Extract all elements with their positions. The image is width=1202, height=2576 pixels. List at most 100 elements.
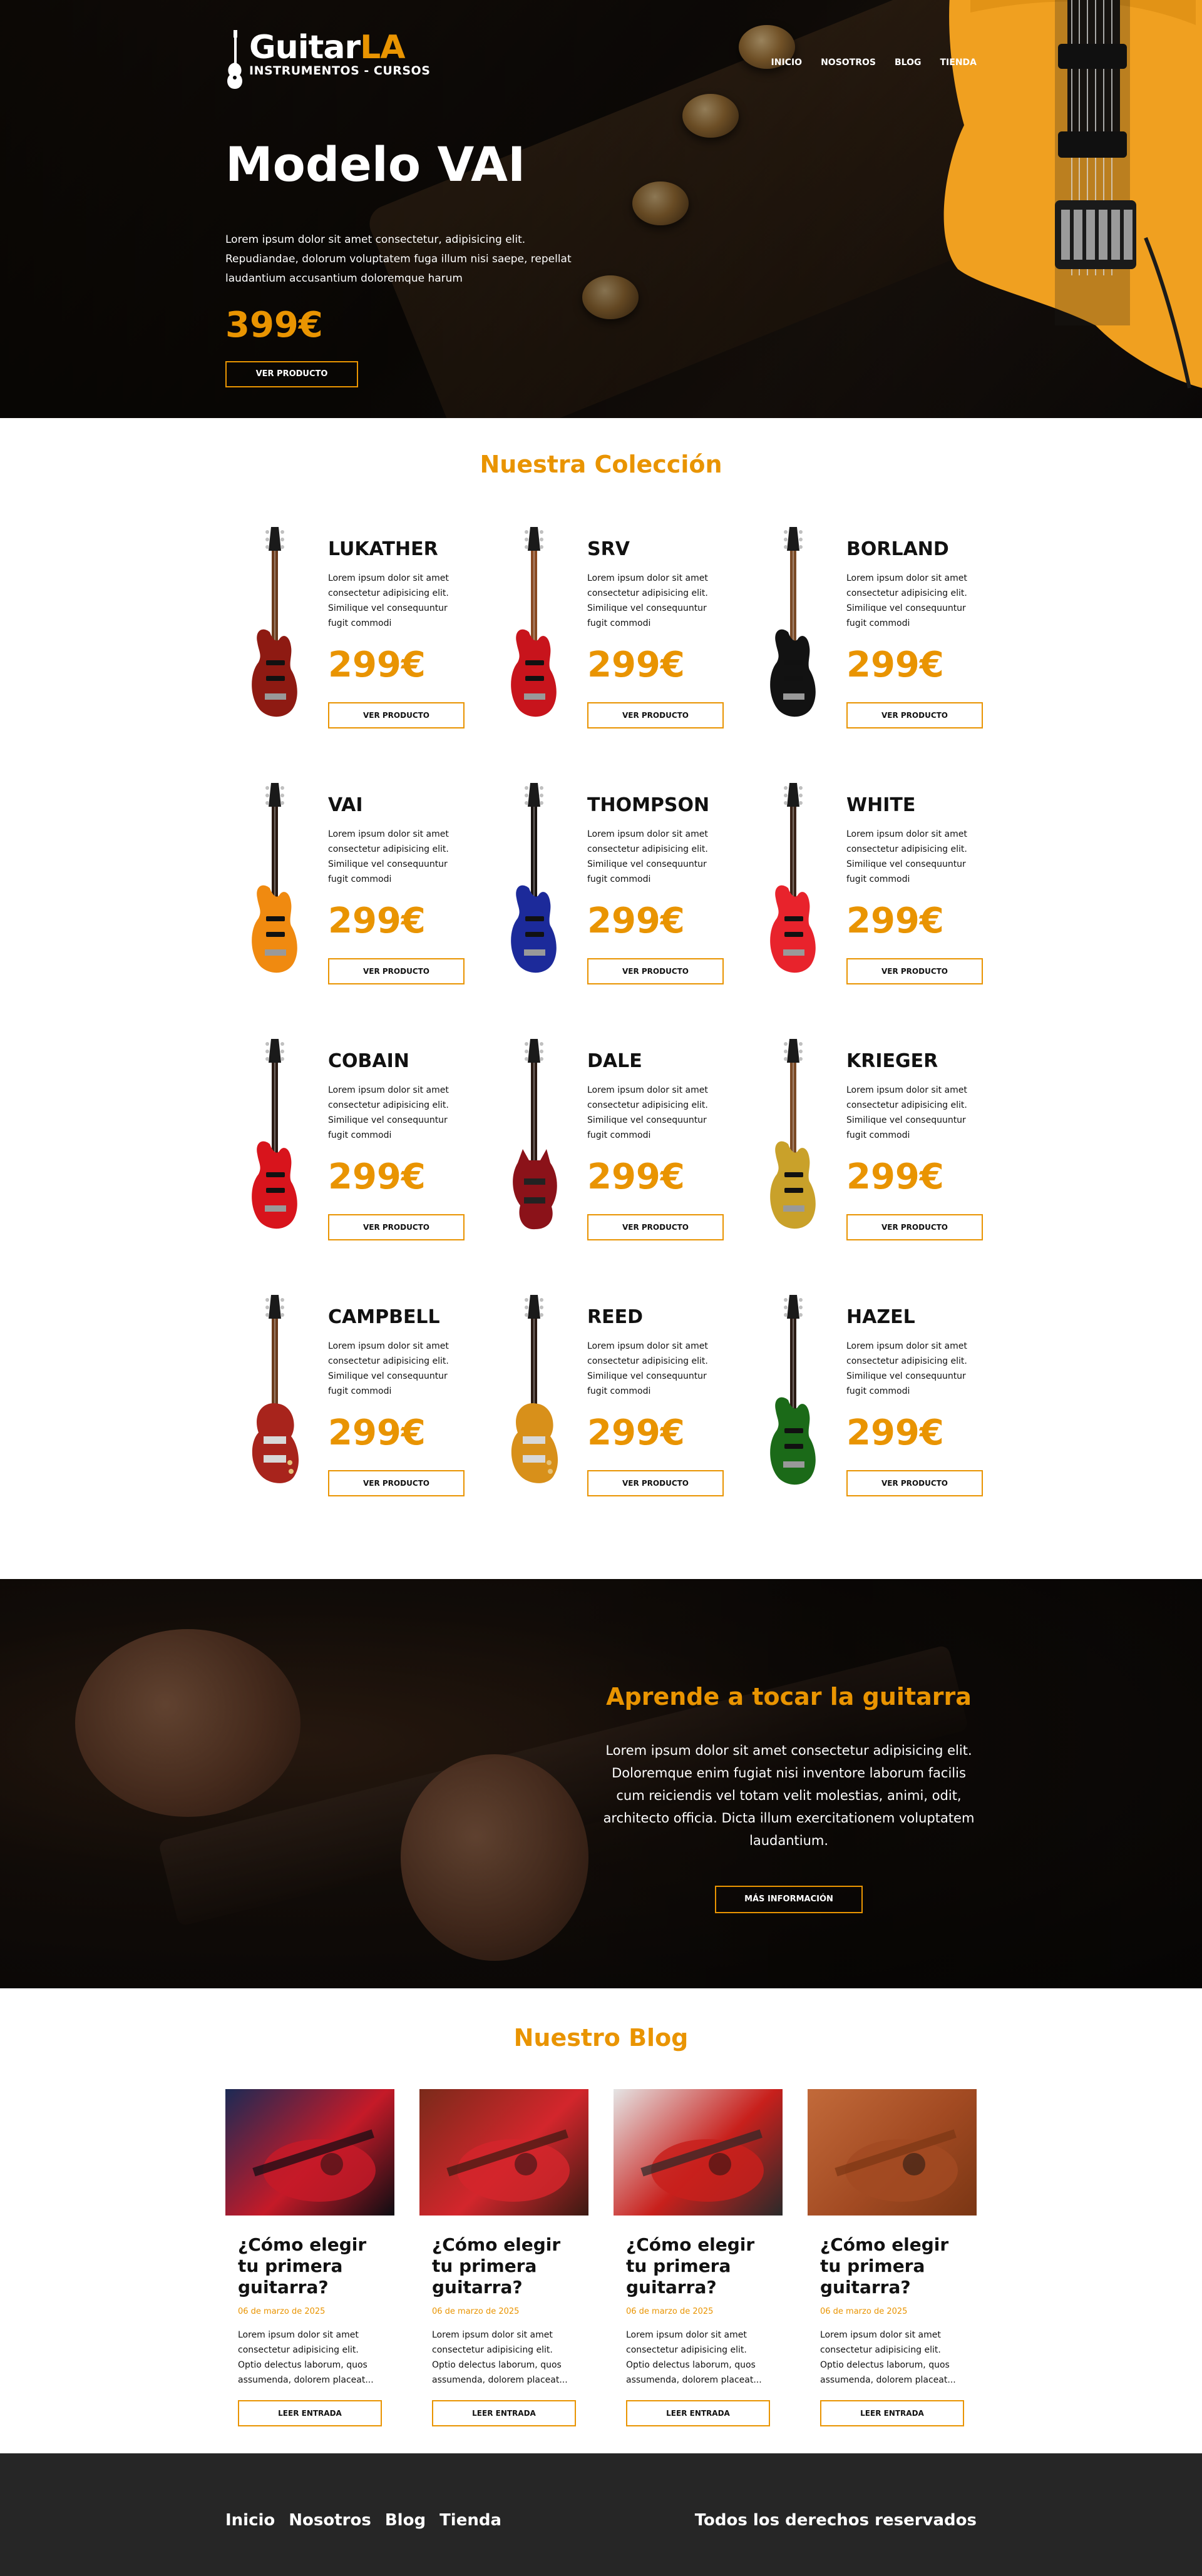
guitar-image bbox=[770, 527, 816, 717]
footer-link-tienda[interactable]: Tienda bbox=[439, 2511, 501, 2530]
product-card: KRIEGER Lorem ipsum dolor sit amet consec… bbox=[744, 1038, 1003, 1240]
blog-post-excerpt: Lorem ipsum dolor sit amet consectetur a… bbox=[626, 2330, 762, 2385]
product-card: DALE Lorem ipsum dolor sit amet consectet… bbox=[485, 1038, 744, 1240]
guitar-image bbox=[252, 1039, 297, 1229]
guitar-logo-icon bbox=[227, 30, 242, 89]
blog-post-title[interactable]: ¿Cómo elegir tu primera guitarra? bbox=[626, 2234, 770, 2298]
footer-link-inicio[interactable]: Inicio bbox=[225, 2511, 275, 2530]
product-description: Lorem ipsum dolor sit amet consectetur a… bbox=[846, 1341, 967, 1396]
blog-post-excerpt: Lorem ipsum dolor sit amet consectetur a… bbox=[432, 2330, 568, 2385]
product-description: Lorem ipsum dolor sit amet consectetur a… bbox=[328, 1085, 449, 1140]
guitar-image bbox=[511, 527, 557, 717]
blog-post: ¿Cómo elegir tu primera guitarra? 06 de m… bbox=[225, 2089, 394, 2426]
blog-post-title[interactable]: ¿Cómo elegir tu primera guitarra? bbox=[432, 2234, 576, 2298]
product-image bbox=[744, 526, 841, 722]
read-post-button[interactable]: LEER ENTRADA bbox=[238, 2400, 382, 2426]
guitar-image bbox=[252, 1295, 299, 1483]
view-product-button[interactable]: VER PRODUCTO bbox=[846, 958, 983, 984]
read-post-button[interactable]: LEER ENTRADA bbox=[432, 2400, 576, 2426]
guitar-image bbox=[513, 1039, 557, 1230]
product-grid: LUKATHER Lorem ipsum dolor sit amet conse… bbox=[225, 526, 983, 1496]
blog-post-title[interactable]: ¿Cómo elegir tu primera guitarra? bbox=[238, 2234, 382, 2298]
product-name: THOMPSON bbox=[587, 794, 710, 816]
product-description: Lorem ipsum dolor sit amet consectetur a… bbox=[328, 573, 449, 628]
product-price: 299€ bbox=[328, 645, 426, 685]
product-description: Lorem ipsum dolor sit amet consectetur a… bbox=[846, 573, 967, 628]
brand-name: GuitarLA bbox=[249, 29, 406, 66]
product-price: 299€ bbox=[587, 645, 685, 685]
product-description: Lorem ipsum dolor sit amet consectetur a… bbox=[846, 829, 967, 884]
product-card: REED Lorem ipsum dolor sit amet consectet… bbox=[485, 1294, 744, 1496]
read-post-button[interactable]: LEER ENTRADA bbox=[626, 2400, 770, 2426]
blog-post-image[interactable] bbox=[419, 2089, 588, 2216]
hero-content: Modelo VAI Lorem ipsum dolor sit amet co… bbox=[225, 136, 614, 387]
learn-description: Lorem ipsum dolor sit amet consectetur a… bbox=[603, 1743, 975, 1848]
blog-post: ¿Cómo elegir tu primera guitarra? 06 de m… bbox=[419, 2089, 588, 2426]
product-card: SRV Lorem ipsum dolor sit amet consectetu… bbox=[485, 526, 744, 728]
guitar-image bbox=[252, 527, 297, 717]
blog-post-title[interactable]: ¿Cómo elegir tu primera guitarra? bbox=[820, 2234, 964, 2298]
product-price: 299€ bbox=[328, 901, 426, 941]
product-price: 299€ bbox=[587, 1157, 685, 1197]
blog-post: ¿Cómo elegir tu primera guitarra? 06 de m… bbox=[614, 2089, 783, 2426]
learn-title: Aprende a tocar la guitarra bbox=[606, 1683, 972, 1710]
product-price: 299€ bbox=[846, 1157, 944, 1197]
view-product-button[interactable]: VER PRODUCTO bbox=[587, 1470, 724, 1496]
view-product-button[interactable]: VER PRODUCTO bbox=[328, 1214, 465, 1240]
view-product-button[interactable]: VER PRODUCTO bbox=[328, 702, 465, 728]
product-price: 299€ bbox=[587, 1413, 685, 1453]
product-image bbox=[485, 782, 582, 978]
read-post-button[interactable]: LEER ENTRADA bbox=[820, 2400, 964, 2426]
blog-post-image[interactable] bbox=[808, 2089, 977, 2216]
logo[interactable]: GuitarLA INSTRUMENTOS - CURSOS bbox=[225, 30, 430, 90]
view-product-button[interactable]: VER PRODUCTO bbox=[846, 702, 983, 728]
product-description: Lorem ipsum dolor sit amet consectetur a… bbox=[846, 1085, 967, 1140]
product-image bbox=[485, 1038, 582, 1234]
guitar-image bbox=[511, 1295, 558, 1483]
brand-tagline: INSTRUMENTOS - CURSOS bbox=[249, 64, 431, 78]
footer-link-nosotros[interactable]: Nosotros bbox=[289, 2511, 371, 2530]
product-card: WHITE Lorem ipsum dolor sit amet consecte… bbox=[744, 782, 1003, 984]
main-nav: INICIO NOSOTROS BLOG TIENDA bbox=[771, 58, 977, 68]
blog-post-image[interactable] bbox=[614, 2089, 783, 2216]
view-product-button[interactable]: VER PRODUCTO bbox=[328, 958, 465, 984]
view-product-button[interactable]: VER PRODUCTO bbox=[587, 1214, 724, 1240]
product-price: 299€ bbox=[846, 645, 944, 685]
view-product-button[interactable]: VER PRODUCTO bbox=[846, 1214, 983, 1240]
nav-link-blog[interactable]: BLOG bbox=[895, 58, 922, 68]
product-image bbox=[744, 782, 841, 978]
blog-post-date: 06 de marzo de 2025 bbox=[626, 2307, 714, 2316]
blog-post-date: 06 de marzo de 2025 bbox=[238, 2307, 326, 2316]
guitar-image bbox=[770, 1039, 816, 1229]
product-description: Lorem ipsum dolor sit amet consectetur a… bbox=[328, 1341, 449, 1396]
nav-link-nosotros[interactable]: NOSOTROS bbox=[821, 58, 876, 68]
product-card: CAMPBELL Lorem ipsum dolor sit amet conse… bbox=[225, 1294, 485, 1496]
product-name: KRIEGER bbox=[846, 1050, 938, 1072]
nav-link-tienda[interactable]: TIENDA bbox=[940, 58, 977, 68]
product-name: COBAIN bbox=[328, 1050, 409, 1072]
nav-link-inicio[interactable]: INICIO bbox=[771, 58, 803, 68]
product-description: Lorem ipsum dolor sit amet consectetur a… bbox=[587, 1341, 708, 1396]
footer-nav: Inicio Nosotros Blog Tienda bbox=[225, 2511, 501, 2530]
footer-link-blog[interactable]: Blog bbox=[385, 2511, 426, 2530]
product-price: 299€ bbox=[328, 1157, 426, 1197]
guitar-image bbox=[511, 783, 557, 973]
view-product-button[interactable]: VER PRODUCTO bbox=[587, 958, 724, 984]
product-image bbox=[744, 1038, 841, 1234]
product-price: 299€ bbox=[846, 1413, 944, 1453]
blog-post-image[interactable] bbox=[225, 2089, 394, 2216]
view-product-button[interactable]: VER PRODUCTO bbox=[587, 702, 724, 728]
guitar-image bbox=[770, 783, 816, 973]
product-name: BORLAND bbox=[846, 538, 949, 560]
more-info-button[interactable]: MÁS INFORMACIÓN bbox=[715, 1886, 863, 1913]
product-card: COBAIN Lorem ipsum dolor sit amet consect… bbox=[225, 1038, 485, 1240]
hero-view-product-button[interactable]: VER PRODUCTO bbox=[225, 361, 358, 387]
view-product-button[interactable]: VER PRODUCTO bbox=[846, 1470, 983, 1496]
guitar-image bbox=[252, 783, 297, 973]
product-name: CAMPBELL bbox=[328, 1306, 440, 1328]
blog-post-excerpt: Lorem ipsum dolor sit amet consectetur a… bbox=[238, 2330, 374, 2385]
product-image bbox=[225, 1294, 323, 1490]
view-product-button[interactable]: VER PRODUCTO bbox=[328, 1470, 465, 1496]
copyright: Todos los derechos reservados bbox=[694, 2511, 977, 2530]
product-name: WHITE bbox=[846, 794, 916, 816]
